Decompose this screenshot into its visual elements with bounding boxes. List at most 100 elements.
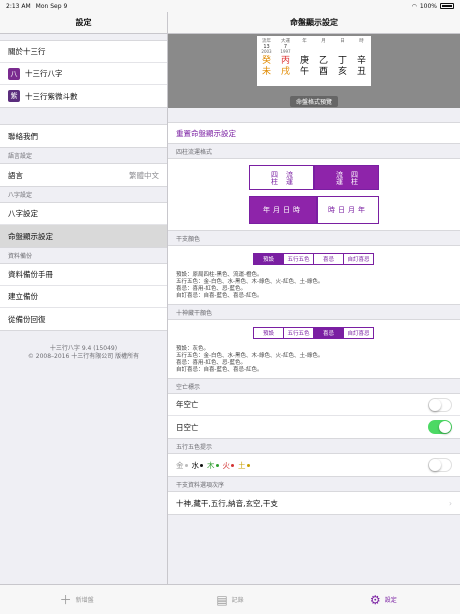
order-value: 十神,藏干,五行,納音,玄空,干支 xyxy=(176,498,278,508)
stem-color-title: 干支顏色 xyxy=(176,236,201,243)
wuxing-section-title: 五行五色提示 xyxy=(176,444,213,451)
order-section-title: 干支資料選項次序 xyxy=(176,482,225,489)
wuxing-item: 金 xyxy=(176,460,184,470)
chart-preview-card: 流年132003癸未大運71997丙戌年庚午月乙酉日丁亥時辛丑 xyxy=(257,36,371,86)
chart-display-detail-pane: 命盤顯示設定 流年 13 2003 癸未大運 7 1997 丙戌年庚午月乙酉日丁亥時辛丑 命… xyxy=(168,12,460,584)
year-void-switch[interactable] xyxy=(428,397,452,412)
tab-bar: ＋新增盤 ▤ 記錄 ⚙ 設定 xyxy=(0,584,460,614)
hidden-seg-xiji[interactable]: 喜忌 xyxy=(313,327,344,339)
pillar-order-options: 四柱 流運 流運 四柱 xyxy=(168,159,460,196)
language-label: 語言 xyxy=(8,170,23,180)
about-label: 關於十三行 xyxy=(8,47,46,56)
stem-desc-line: 五行五色：金-白色、水-黑色、木-綠色、火-紅色、土-綠色。 xyxy=(176,279,324,285)
preview-stem: 乙 xyxy=(319,55,328,66)
chart-display-label: 命盤顯示設定 xyxy=(8,231,53,241)
battery-percent: 100% xyxy=(419,2,437,10)
version-footer: 十三行八字 9.4 (15049) © 2008–2016 十三行有限公司 版權… xyxy=(0,345,167,361)
ziwei-app-row[interactable]: 紫十三行紫微斗數 xyxy=(0,85,167,107)
stem-seg-custom[interactable]: 自訂喜忌 xyxy=(343,253,374,265)
hidden-color-desc: 預設：灰色。 五行五色：金-白色、水-黑色、木-綠色、火-紅色、土-綠色。 喜忌… xyxy=(168,344,460,378)
preview-branch: 午 xyxy=(300,65,309,77)
wuxing-dot xyxy=(184,463,188,467)
preview-branch: 酉 xyxy=(319,66,328,77)
hidden-color-card: 預設 五行五色 喜忌 自訂喜忌 預設：灰色。 五行五色：金-白色、水-黑色、木-… xyxy=(168,319,460,379)
luck-first-option[interactable]: 流運 四柱 xyxy=(314,165,379,190)
copyright-text: © 2008–2016 十三行有限公司 版權所有 xyxy=(27,353,140,360)
stem-seg-xiji[interactable]: 喜忌 xyxy=(313,253,344,265)
language-row[interactable]: 語言 繁體中文 xyxy=(0,164,167,186)
hidden-seg-default[interactable]: 預設 xyxy=(253,327,284,339)
ymdh-option[interactable]: 年月日時 xyxy=(249,196,317,224)
stem-color-segment: 預設 五行五色 喜忌 自訂喜忌 xyxy=(168,246,460,270)
stem-color-card: 預設 五行五色 喜忌 自訂喜忌 預設：原局四柱-黑色、流運-橙色。 五行五色：金… xyxy=(168,245,460,305)
create-backup-row[interactable]: 建立備份 xyxy=(0,286,167,308)
pillar-first-option[interactable]: 四柱 流運 xyxy=(249,165,314,190)
bazi-app-row[interactable]: 八十三行八字 xyxy=(0,63,167,85)
backup-manual-row[interactable]: 資料備份手冊 xyxy=(0,264,167,286)
preview-stem: 丙 xyxy=(281,55,290,66)
backup-group: 資料備份手冊 建立備份 從備份回復 xyxy=(0,263,167,331)
hidden-desc-line: 預設：灰色。 xyxy=(176,346,210,352)
chart-display-row[interactable]: 命盤顯示設定 xyxy=(0,225,167,247)
day-void-switch[interactable] xyxy=(428,420,452,434)
backup-section-title: 資料備份 xyxy=(8,253,33,260)
wuxing-row: 金水木火土 xyxy=(168,454,460,476)
hdmy-option[interactable]: 時日月年 xyxy=(317,196,379,224)
app-group: 關於十三行 八十三行八字 紫十三行紫微斗數 xyxy=(0,40,167,108)
restore-backup-row[interactable]: 從備份回復 xyxy=(0,308,167,330)
hidden-desc-line: 五行五色：金-白色、水-黑色、木-綠色、火-紅色、土-綠色。 xyxy=(176,353,324,359)
preview-branch: 戌 xyxy=(281,65,290,77)
void-card: 年空亡 日空亡 xyxy=(168,393,460,439)
about-row[interactable]: 關於十三行 xyxy=(0,41,167,63)
version-text: 十三行八字 9.4 (15049) xyxy=(49,345,118,352)
preview-label: 命盤格式預覽 xyxy=(289,96,339,107)
year-void-row: 年空亡 xyxy=(168,394,460,416)
preview-branch: 未 xyxy=(262,65,271,77)
status-bar: 2:13 AM Mon Sep 9 ◠ 100% xyxy=(0,0,460,12)
wuxing-dot xyxy=(215,463,219,467)
hidden-seg-five-colors[interactable]: 五行五色 xyxy=(283,327,314,339)
preview-branch: 丑 xyxy=(357,66,366,77)
order-row[interactable]: 十神,藏干,五行,納音,玄空,干支 › xyxy=(168,492,460,514)
hidden-seg-custom[interactable]: 自訂喜忌 xyxy=(343,327,374,339)
tab-settings[interactable]: ⚙ 設定 xyxy=(307,585,460,614)
reset-display-label: 重置命盤顯示設定 xyxy=(176,128,236,138)
preview-col-header: 月 xyxy=(321,38,326,44)
battery-icon xyxy=(440,3,454,9)
status-date: Mon Sep 9 xyxy=(35,2,68,10)
gear-icon: ⚙ xyxy=(369,592,381,607)
preview-col-year: 1997 xyxy=(280,49,291,54)
wifi-icon: ◠ xyxy=(411,2,417,10)
day-void-label: 日空亡 xyxy=(176,422,199,432)
bazi-settings-row[interactable]: 八字設定 xyxy=(0,203,167,225)
contact-group: 聯絡我們 xyxy=(0,124,167,148)
reset-display-button[interactable]: 重置命盤顯示設定 xyxy=(168,122,460,144)
order-card: 十神,藏干,五行,納音,玄空,干支 › xyxy=(168,491,460,515)
day-void-row: 日空亡 xyxy=(168,416,460,438)
tab-new-chart[interactable]: ＋新增盤 xyxy=(0,585,153,614)
tab-records-label: 記錄 xyxy=(231,597,244,604)
wuxing-item: 火 xyxy=(222,460,231,470)
preview-col-header: 時 xyxy=(359,38,364,44)
tab-settings-label: 設定 xyxy=(384,597,397,604)
wuxing-switch[interactable] xyxy=(428,458,452,472)
wuxing-dot xyxy=(246,463,250,467)
stem-seg-default[interactable]: 預設 xyxy=(253,253,284,265)
stem-color-desc: 預設：原局四柱-黑色、流運-橙色。 五行五色：金-白色、水-黑色、木-綠色、火-… xyxy=(168,270,460,304)
preview-stem: 庚 xyxy=(300,54,309,66)
stem-desc-line: 自訂喜忌：自喜-藍色、喜忌-紅色。 xyxy=(176,293,263,299)
contact-row[interactable]: 聯絡我們 xyxy=(0,125,167,147)
chart-preview: 流年 13 2003 癸未大運 7 1997 丙戌年庚午月乙酉日丁亥時辛丑 命盤格式預覽 xyxy=(168,34,460,108)
tab-records[interactable]: ▤ 記錄 xyxy=(153,585,306,614)
bazi-app-label: 十三行八字 xyxy=(25,69,63,78)
create-backup-label: 建立備份 xyxy=(8,292,38,301)
restore-backup-label: 從備份回復 xyxy=(8,314,46,324)
stem-seg-five-colors[interactable]: 五行五色 xyxy=(283,253,314,265)
preview-col-year: 2003 xyxy=(261,49,272,54)
preview-col-header: 年 xyxy=(302,37,307,44)
preview-col-header: 大運 xyxy=(281,37,290,44)
wuxing-item: 土 xyxy=(238,460,246,470)
status-right: ◠ 100% xyxy=(412,3,454,10)
eight-char-icon: 八 xyxy=(8,67,20,80)
hidden-desc-line: 喜忌：喜用-紅色、忌-藍色。 xyxy=(176,360,246,366)
